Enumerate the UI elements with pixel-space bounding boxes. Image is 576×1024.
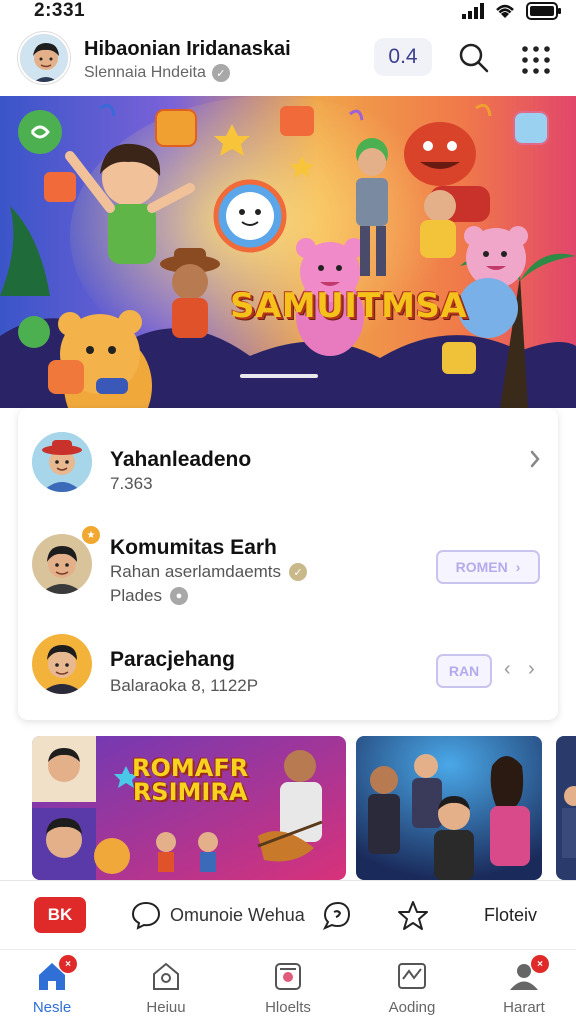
apps-grid-icon[interactable] [518,42,554,78]
list-item-title: Komumitas Earh [110,536,277,559]
list-item[interactable]: ★ Komumitas Earh Rahan aserlamdaemts ✓ P… [18,512,558,622]
wifi-icon [496,4,514,18]
verified-icon: ✓ [211,64,230,82]
avatar-badge-icon: ★ [82,526,100,544]
list-item-subtitle: 7.363 [110,474,153,494]
list-item[interactable]: Paracjehang Balaraoka 8, 1122P RAN ‹ › [18,622,558,720]
signal-icon [462,3,484,19]
nav-label: Nesle [32,999,72,1016]
status-icons [462,2,562,20]
star-icon[interactable] [396,899,430,933]
nav-label: Heiuu [146,999,186,1016]
thumbnail-illustration [356,736,542,880]
avatar-illustration [20,34,68,82]
thumbnail-illustration [556,736,576,880]
info-icon: ● [169,587,188,605]
nav-item-activity[interactable]: Aoding [362,959,462,1021]
list-item-subtitle: Balaraoka 8, 1122P [110,676,258,696]
comment-icon[interactable] [130,899,162,931]
list-item-avatar [32,534,92,594]
hero-banner[interactable]: SAMUITMSA [0,96,576,408]
list-item-extra-text: Plades [110,586,162,605]
nav-item-profile[interactable]: × Harart [474,955,574,1021]
thumbnail-title: ROMAFR RSIMIRA [132,756,248,804]
thumbnail-card[interactable]: ROMAFR RSIMIRA [32,736,346,880]
header-subtitle: Slennaia Hndeita ✓ [84,64,230,82]
live-button[interactable]: BK [34,897,86,933]
list-item-title: Paracjehang [110,648,235,671]
nav-item-home[interactable]: × Nesle [2,955,102,1021]
header-count-badge[interactable]: 0.4 [374,38,432,76]
chevron-right-icon[interactable] [528,448,542,470]
join-button[interactable]: RAN [436,654,492,688]
notification-badge: × [531,955,549,973]
home-icon: × [35,955,77,993]
chevron-right-icon[interactable]: › [528,658,535,681]
list-item-subtitle-text: 7.363 [110,474,153,493]
chat-bubble-icon[interactable] [320,899,352,931]
thumbnail-card[interactable] [556,736,576,880]
list-item[interactable]: Yahanleadeno 7.363 [18,408,558,512]
nav-label: Hloelts [265,999,311,1016]
thumbnail-carousel: ROMAFR RSIMIRA [0,736,576,880]
profile-icon: × [507,955,549,993]
list-item-extra: Plades ● [110,586,188,606]
nav-item-explore[interactable]: Heiuu [116,959,216,1021]
status-time: 2:331 [34,0,86,21]
search-icon[interactable] [456,40,492,76]
chevron-right-icon: › [515,559,521,575]
media-icon [271,959,305,993]
list-item-title: Yahanleadeno [110,448,252,471]
comment-label[interactable]: Omunoie Wehua [170,905,305,926]
carousel-indicator [240,374,318,378]
join-button[interactable]: ROMEN › [436,550,540,584]
notification-badge: × [59,955,77,973]
chevron-left-icon[interactable]: ‹ [504,658,511,681]
thumbnail-title-line1: ROMAFR [132,754,249,782]
verified-icon: ✓ [289,563,308,581]
banner-illustration [0,96,576,408]
header-title: Hibaonian Iridanaskai [84,38,291,60]
nav-item-media[interactable]: Hloelts [238,959,338,1021]
header-subtitle-text: Slennaia Hndeita [84,64,206,81]
bottom-navigation: × Nesle Heiuu Hloelts Aoding × Harart [0,951,576,1024]
nav-label: Harart [503,999,545,1016]
follow-button[interactable]: Floteiv [484,905,537,926]
list-item-subtitle: Rahan aserlamdaemts ✓ [110,562,308,582]
list-item-subtitle-text: Rahan aserlamdaemts [110,562,282,581]
profile-avatar[interactable] [18,32,70,84]
join-button-label: ROMEN [455,559,508,575]
app-header: Hibaonian Iridanaskai Slennaia Hndeita ✓… [0,28,576,90]
nav-label: Aoding [388,999,436,1016]
activity-icon [395,959,429,993]
list-item-subtitle-text: Balaraoka 8, 1122P [110,676,259,695]
battery-icon [526,2,561,20]
community-list: Yahanleadeno 7.363 ★ Komumitas Earh Raha… [18,408,558,720]
status-bar: 2:331 [0,0,576,24]
join-button-label: RAN [448,663,480,679]
banner-title: SAMUITMSA [230,286,468,326]
thumbnail-title-line2: RSIMIRA [132,778,248,806]
house-outline-icon [149,959,183,993]
list-item-avatar [32,432,92,492]
thumbnail-card[interactable] [356,736,542,880]
list-item-avatar [32,634,92,694]
action-bar: BK Omunoie Wehua Floteiv [0,880,576,950]
